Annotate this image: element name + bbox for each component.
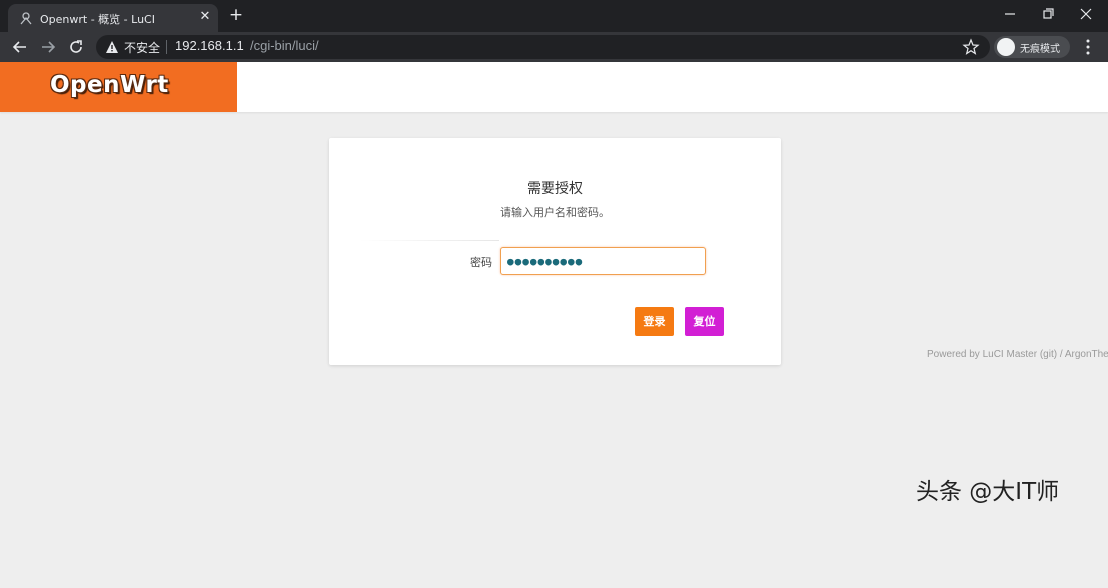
minimize-icon[interactable] [996,4,1024,24]
footer-powered-by: Powered by LuCI Master (git) / ArgonThem… [927,349,1108,360]
auth-subtitle: 请输入用户名和密码。 [500,206,610,219]
new-tab-icon[interactable]: + [226,5,246,25]
tab-close-icon[interactable]: ✕ [197,9,213,25]
card-divider [359,240,499,241]
address-separator [166,40,167,54]
not-secure-label[interactable]: 不安全 [124,39,160,56]
address-bar[interactable]: 不安全 192.168.1.1 /cgi-bin/luci/ [96,35,990,59]
password-label: 密码 [470,256,492,269]
auth-title: 需要授权 [527,181,583,197]
incognito-label: 无痕模式 [1020,44,1060,55]
browser-tab[interactable]: Openwrt - 概览 - LuCI ✕ [8,4,218,32]
warning-icon [106,41,118,53]
site-header: OpenWrt [0,62,1108,112]
reload-icon[interactable] [66,37,86,57]
incognito-icon [997,38,1015,56]
url-path: /cgi-bin/luci/ [250,38,319,53]
login-card: 需要授权 请输入用户名和密码。 密码 登录 复位 [329,138,781,365]
reset-button[interactable]: 复位 [685,307,724,336]
restore-icon[interactable] [1034,4,1062,24]
brand-text: OpenWrt [50,72,169,98]
browser-titlebar: Openwrt - 概览 - LuCI ✕ + [0,0,1108,32]
browser-toolbar: 不安全 192.168.1.1 /cgi-bin/luci/ 无痕模式 [0,32,1108,62]
login-button[interactable]: 登录 [635,307,674,336]
url-host: 192.168.1.1 [175,38,244,53]
password-input[interactable] [500,247,706,275]
watermark: 头条 @大IT师 [916,479,1060,505]
openwrt-favicon-icon [20,12,32,25]
page-body: OpenWrt 需要授权 请输入用户名和密码。 密码 登录 复位 Powered… [0,62,1108,588]
bookmark-star-icon[interactable] [962,38,980,56]
incognito-indicator[interactable]: 无痕模式 [994,36,1070,58]
close-window-icon[interactable] [1072,4,1100,24]
browser-menu-icon[interactable] [1080,38,1096,56]
tab-title: Openwrt - 概览 - LuCI [40,13,155,26]
back-arrow-icon[interactable] [10,37,30,57]
forward-arrow-icon[interactable] [38,37,58,57]
brand-logo[interactable]: OpenWrt [0,62,237,112]
